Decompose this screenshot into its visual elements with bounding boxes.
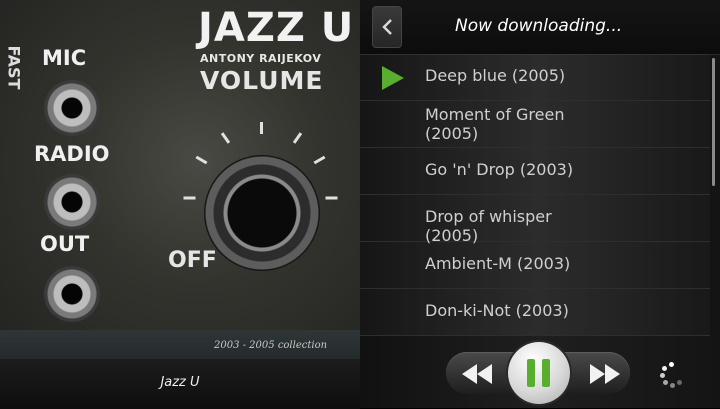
fast-forward-button[interactable] <box>584 360 624 388</box>
album-name-bar: Jazz U <box>0 358 360 409</box>
scrollbar[interactable] <box>712 58 715 186</box>
cover-collection-text: 2003 - 2005 collection <box>214 340 328 351</box>
playback-controls <box>360 338 720 408</box>
cover-dial-tick <box>292 132 303 144</box>
track-row[interactable]: Ambient-M (2003) <box>360 242 710 289</box>
pause-icon <box>542 359 550 387</box>
back-button[interactable] <box>372 6 402 48</box>
cover-jack <box>44 80 100 136</box>
track-title: Deep blue (2005) <box>425 66 566 85</box>
cover-fast-label: FAST <box>4 45 24 90</box>
cover-off-label: OFF <box>168 248 217 273</box>
track-title: Ambient-M (2003) <box>425 254 571 273</box>
cover-jack <box>44 174 100 230</box>
track-title: Drop of whisper (2005) <box>425 207 552 245</box>
cover-dial-tick <box>260 122 263 134</box>
cover-mic-label: MIC <box>42 46 87 70</box>
fast-forward-icon <box>590 364 620 384</box>
cover-radio-label: RADIO <box>34 142 110 166</box>
spinner-dot <box>660 373 665 378</box>
spinner-dot <box>677 380 682 385</box>
playlist-panel: Now downloading... Deep blue (2005) Mome… <box>360 0 720 408</box>
spinner-dot <box>670 383 675 388</box>
cover-out-label: OUT <box>40 232 90 256</box>
track-row[interactable]: Moment of Green (2005) <box>360 101 710 148</box>
album-name: Jazz U <box>160 375 200 390</box>
pause-icon <box>527 359 535 387</box>
album-panel: FAST MIC RADIO OUT JAZZ U ANTONY RAIJEKO… <box>0 0 360 409</box>
spinner-dot <box>663 380 668 385</box>
track-row[interactable]: Don-ki-Not (2003) <box>360 289 710 336</box>
cover-dial-tick <box>220 132 231 144</box>
cover-volume-label: VOLUME <box>200 66 324 95</box>
track-row[interactable]: Drop of whisper (2005) <box>360 195 710 245</box>
cover-dial-tick <box>195 155 208 165</box>
cover-volume-knob <box>204 155 320 271</box>
pause-button[interactable] <box>508 342 570 404</box>
download-status: Now downloading... <box>455 16 623 36</box>
track-title: Moment of Green (2005) <box>425 105 565 143</box>
spinner-dot <box>662 366 667 371</box>
cover-title: JAZZ U <box>198 5 355 51</box>
chevron-left-icon <box>382 19 392 35</box>
header-bar: Now downloading... <box>360 0 720 55</box>
track-title: Don-ki-Not (2003) <box>425 301 569 320</box>
spinner-dot <box>669 362 674 367</box>
track-row[interactable]: Deep blue (2005) <box>360 54 710 101</box>
cover-dial-tick <box>325 196 338 200</box>
rewind-button[interactable] <box>458 360 498 388</box>
cover-dial-tick <box>313 155 326 165</box>
rewind-icon <box>462 364 492 384</box>
album-cover: FAST MIC RADIO OUT JAZZ U ANTONY RAIJEKO… <box>0 0 360 358</box>
cover-dial-tick <box>183 196 196 200</box>
track-row[interactable]: Go 'n' Drop (2003) <box>360 148 710 195</box>
loading-spinner-icon <box>660 360 688 388</box>
cover-artist: ANTONY RAIJEKOV <box>200 52 322 65</box>
play-indicator-icon <box>382 66 404 90</box>
track-title: Go 'n' Drop (2003) <box>425 160 574 179</box>
cover-jack <box>44 266 100 322</box>
track-list[interactable]: Deep blue (2005) Moment of Green (2005) … <box>360 54 710 336</box>
